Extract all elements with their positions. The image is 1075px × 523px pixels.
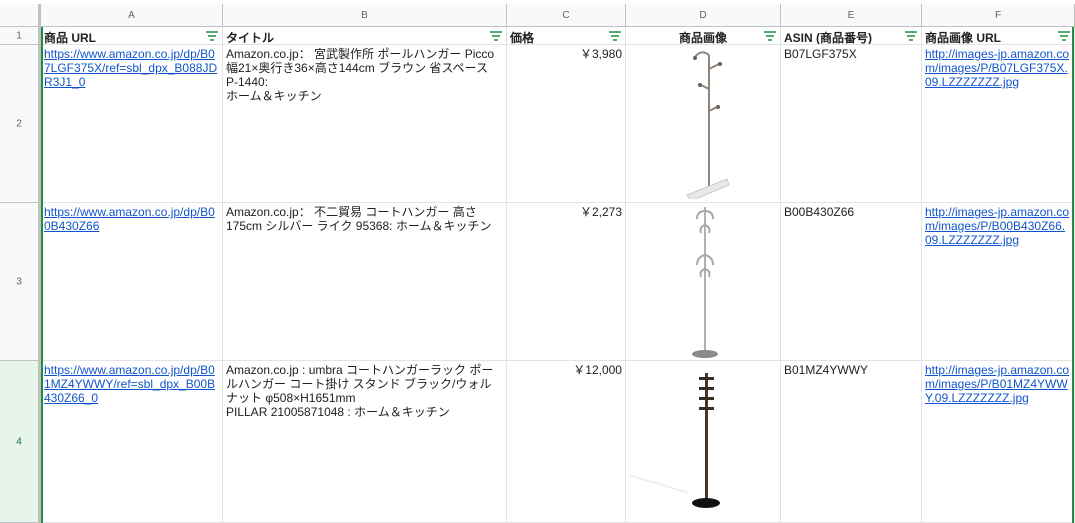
cell-url[interactable]: https://www.amazon.co.jp/dp/B01MZ4YWWY/r… [41,361,223,523]
title-text: Amazon.co.jp： 宮武製作所 ポールハンガー Picco 幅21×奥行… [226,47,495,89]
cell-title[interactable]: Amazon.co.jp : umbra コートハンガーラック ポールハンガー … [223,361,507,523]
header-label: 商品画像 [678,31,727,45]
column-header-b[interactable]: B [223,4,507,27]
image-url-link[interactable]: http://images-jp.amazon.com/images/P/B01… [925,363,1069,405]
cell-asin[interactable]: B00B430Z66 [781,203,922,361]
asin-value: B07LGF375X [784,47,857,61]
row-header-3[interactable]: 3 [0,203,41,361]
row-number: 3 [16,276,22,287]
cell-image-url[interactable]: http://images-jp.amazon.com/images/P/B01… [922,361,1075,523]
price-value: ￥3,980 [579,47,622,61]
product-url-link[interactable]: https://www.amazon.co.jp/dp/B07LGF375X/r… [44,47,217,89]
product-image-umbra-pillar-black [628,373,720,508]
image-url-link[interactable]: http://images-jp.amazon.com/images/P/B00… [925,205,1069,247]
cell-image[interactable] [626,45,781,203]
cell-asin[interactable]: B01MZ4YWWY [781,361,922,523]
header-label: タイトル [226,31,275,45]
selection-border-left [41,27,43,523]
asin-value: B00B430Z66 [784,205,855,219]
image-url-link[interactable]: http://images-jp.amazon.com/images/P/B07… [925,47,1069,89]
header-cell-url[interactable]: 商品 URL [41,27,223,45]
column-header-d[interactable]: D [626,4,781,27]
title-text: Amazon.co.jp： 不二貿易 コートハンガー 高さ175cm シルバー … [226,205,492,233]
column-header-f[interactable]: F [922,4,1075,27]
header-label: 商品画像 URL [925,31,1001,45]
row-header-1[interactable]: 1 [0,27,41,45]
header-cell-price[interactable]: 価格 [507,27,626,45]
header-cell-asin[interactable]: ASIN (商品番号) [781,27,922,45]
select-all-corner[interactable] [0,4,41,27]
cell-image[interactable] [626,203,781,361]
title-text-line2: ホーム＆キッチン [226,89,322,103]
header-label: ASIN (商品番号) [784,31,872,45]
filter-icon[interactable] [1058,31,1070,41]
cell-price[interactable]: ￥2,273 [507,203,626,361]
column-header-c[interactable]: C [507,4,626,27]
cell-image-url[interactable]: http://images-jp.amazon.com/images/P/B00… [922,203,1075,361]
cell-image[interactable] [626,361,781,523]
row-number: 1 [16,30,22,41]
filter-icon[interactable] [206,31,218,41]
column-header-a[interactable]: A [41,4,223,27]
row-number: 2 [16,118,22,129]
product-url-link[interactable]: https://www.amazon.co.jp/dp/B01MZ4YWWY/r… [44,363,215,405]
spreadsheet-grid: A B C D E F 1 2 3 4 商品 URL タイトル 価格 商品画像 … [0,0,1075,523]
title-text: Amazon.co.jp : umbra コートハンガーラック ポールハンガー … [226,363,494,405]
row-header-4[interactable]: 4 [0,361,41,523]
cell-price[interactable]: ￥3,980 [507,45,626,203]
header-cell-image[interactable]: 商品画像 [626,27,781,45]
column-header-e[interactable]: E [781,4,922,27]
filter-icon[interactable] [764,31,776,41]
cell-title[interactable]: Amazon.co.jp： 不二貿易 コートハンガー 高さ175cm シルバー … [223,203,507,361]
price-value: ￥12,000 [573,363,622,377]
header-cell-image-url[interactable]: 商品画像 URL [922,27,1075,45]
product-url-link[interactable]: https://www.amazon.co.jp/dp/B00B430Z66 [44,205,215,233]
filter-icon[interactable] [490,31,502,41]
cell-url[interactable]: https://www.amazon.co.jp/dp/B07LGF375X/r… [41,45,223,203]
filter-icon[interactable] [905,31,917,41]
filter-icon[interactable] [609,31,621,41]
product-image-coat-hanger-silver [692,207,718,358]
row-header-2[interactable]: 2 [0,45,41,203]
header-label: 価格 [510,31,535,45]
product-image-pole-hanger-brown [686,51,730,202]
title-text-line2: PILLAR 21005871048 : ホーム＆キッチン [226,405,450,419]
cell-asin[interactable]: B07LGF375X [781,45,922,203]
selection-border-right [1072,27,1074,523]
cell-url[interactable]: https://www.amazon.co.jp/dp/B00B430Z66 [41,203,223,361]
header-cell-title[interactable]: タイトル [223,27,507,45]
price-value: ￥2,273 [579,205,622,219]
row-number: 4 [16,436,22,447]
asin-value: B01MZ4YWWY [784,363,869,377]
cell-price[interactable]: ￥12,000 [507,361,626,523]
cell-image-url[interactable]: http://images-jp.amazon.com/images/P/B07… [922,45,1075,203]
header-label: 商品 URL [44,31,96,45]
cell-title[interactable]: Amazon.co.jp： 宮武製作所 ポールハンガー Picco 幅21×奥行… [223,45,507,203]
